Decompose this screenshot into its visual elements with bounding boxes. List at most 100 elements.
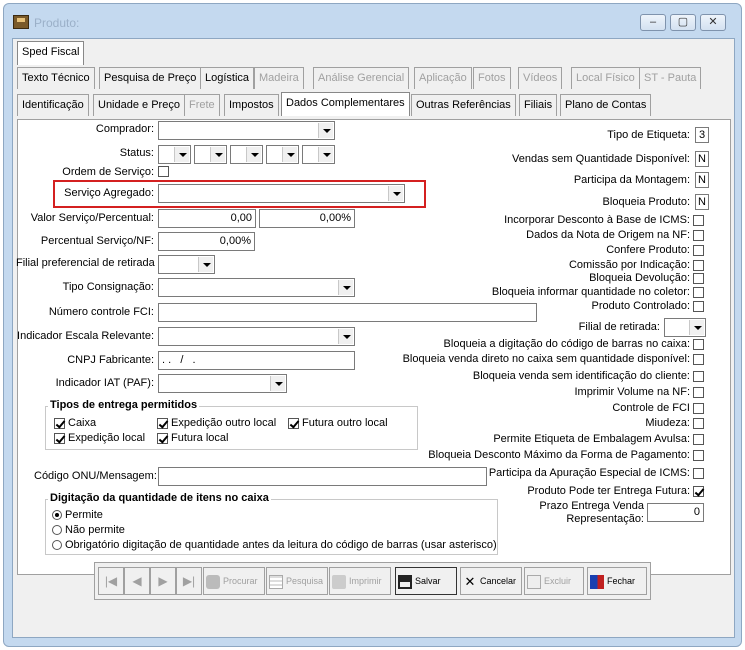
tab-outras-referencias[interactable]: Outras Referências xyxy=(411,94,516,116)
cancelar-label: Cancelar xyxy=(480,576,517,586)
check-label: Bloqueia venda sem identificação do clie… xyxy=(472,370,690,382)
status-select-2[interactable] xyxy=(194,145,227,164)
pesquisa-button[interactable]: Pesquisa xyxy=(266,567,328,595)
tab-analise-gerencial[interactable]: Análise Gerencial xyxy=(313,67,410,89)
first-record-button[interactable]: |◀ xyxy=(98,567,124,595)
chevron-down-icon[interactable] xyxy=(270,376,285,391)
chevron-down-icon[interactable] xyxy=(174,147,189,162)
tab-impostos[interactable]: Impostos xyxy=(224,94,279,116)
title-bar[interactable]: Produto: – ▢ ✕ xyxy=(4,4,741,38)
maximize-button[interactable]: ▢ xyxy=(670,14,696,31)
cancelar-button[interactable]: ✕ Cancelar xyxy=(460,567,522,595)
chevron-down-icon[interactable] xyxy=(198,257,213,272)
valor-percentual-input[interactable]: 0,00% xyxy=(259,209,355,228)
tipo-consignacao-select[interactable] xyxy=(158,278,355,297)
tab-st-pauta[interactable]: ST - Pauta xyxy=(639,67,702,89)
chevron-down-icon[interactable] xyxy=(282,147,297,162)
procurar-button[interactable]: Procurar xyxy=(203,567,265,595)
entrega-futura-checkbox[interactable] xyxy=(693,486,704,497)
imprimir-volume-checkbox[interactable] xyxy=(693,387,704,398)
last-record-button[interactable]: ▶| xyxy=(176,567,202,595)
futura-outro-local-checkbox[interactable] xyxy=(288,418,299,429)
tab-aplicacao[interactable]: Aplicação xyxy=(414,67,472,89)
fechar-button[interactable]: Fechar xyxy=(587,567,647,595)
tab-local-fisico[interactable]: Local Físico xyxy=(571,67,640,89)
chevron-down-icon[interactable] xyxy=(338,329,353,344)
controle-fci-checkbox[interactable] xyxy=(693,403,704,414)
percentual-servico-label: Percentual Serviço/NF: xyxy=(40,235,154,247)
exit-door-icon xyxy=(590,574,604,589)
escala-relevante-select[interactable] xyxy=(158,327,355,346)
minimize-button[interactable]: – xyxy=(640,14,666,31)
imprimir-label: Imprimir xyxy=(349,576,382,586)
chevron-down-icon[interactable] xyxy=(338,280,353,295)
excluir-button[interactable]: Excluir xyxy=(524,567,584,595)
filial-preferencial-label: Filial preferencial de retirada xyxy=(16,257,155,269)
valor-servico-input[interactable]: 0,00 xyxy=(158,209,256,228)
status-select-3[interactable] xyxy=(230,145,263,164)
salvar-button[interactable]: Salvar xyxy=(395,567,457,595)
tab-logistica[interactable]: Logística xyxy=(200,67,255,89)
tipo-etiqueta-label: Tipo de Etiqueta: xyxy=(607,129,690,141)
chevron-down-icon[interactable] xyxy=(318,147,333,162)
bloqueia-sem-cliente-checkbox[interactable] xyxy=(693,371,704,382)
tab-dados-complementares[interactable]: Dados Complementares xyxy=(281,92,410,116)
prazo-entrega-input[interactable]: 0 xyxy=(647,503,704,522)
expedicao-outro-local-checkbox[interactable] xyxy=(157,418,168,429)
iat-select[interactable] xyxy=(158,374,287,393)
prev-record-button[interactable]: ◀ xyxy=(124,567,150,595)
comissao-indicacao-checkbox[interactable] xyxy=(693,260,704,271)
chevron-down-icon[interactable] xyxy=(388,186,403,201)
tab-identificacao[interactable]: Identificação xyxy=(17,94,89,116)
miudeza-checkbox[interactable] xyxy=(693,418,704,429)
confere-produto-checkbox[interactable] xyxy=(693,245,704,256)
vendas-sem-qtd-input[interactable]: N xyxy=(695,151,709,167)
produto-controlado-checkbox[interactable] xyxy=(693,301,704,312)
bloqueia-desconto-checkbox[interactable] xyxy=(693,450,704,461)
tab-fotos[interactable]: Fotos xyxy=(473,67,511,89)
tab-plano-contas[interactable]: Plano de Contas xyxy=(560,94,652,116)
tab-madeira[interactable]: Madeira xyxy=(254,67,304,89)
close-button[interactable]: ✕ xyxy=(700,14,726,31)
obrigatorio-radio[interactable] xyxy=(52,540,62,550)
tab-videos[interactable]: Vídeos xyxy=(518,67,563,89)
bloqueia-devolucao-checkbox[interactable] xyxy=(693,273,704,284)
tab-sped-fiscal[interactable]: Sped Fiscal xyxy=(17,41,85,65)
next-record-button[interactable]: ▶ xyxy=(150,567,176,595)
apuracao-icms-checkbox[interactable] xyxy=(693,468,704,479)
tab-unidade-preco[interactable]: Unidade e Preço xyxy=(93,94,185,116)
expedicao-local-checkbox[interactable] xyxy=(54,433,65,444)
incorporar-desconto-checkbox[interactable] xyxy=(693,215,704,226)
bloqueia-digitacao-checkbox[interactable] xyxy=(693,339,704,350)
servico-agregado-select[interactable] xyxy=(158,184,405,203)
comprador-select[interactable] xyxy=(158,121,335,140)
chevron-down-icon[interactable] xyxy=(210,147,225,162)
imprimir-button[interactable]: Imprimir xyxy=(329,567,391,595)
status-select-5[interactable] xyxy=(302,145,335,164)
tab-frete[interactable]: Frete xyxy=(184,94,220,116)
etiqueta-avulsa-checkbox[interactable] xyxy=(693,434,704,445)
cnpj-fabricante-input[interactable]: . . / . xyxy=(158,351,355,370)
status-select-4[interactable] xyxy=(266,145,299,164)
futura-local-checkbox[interactable] xyxy=(157,433,168,444)
permite-radio[interactable] xyxy=(52,510,62,520)
tab-pesquisa-preco[interactable]: Pesquisa de Preço xyxy=(99,67,202,89)
chevron-down-icon[interactable] xyxy=(318,123,333,138)
tipo-etiqueta-input[interactable]: 3 xyxy=(695,127,709,143)
bloqueia-venda-direto-checkbox[interactable] xyxy=(693,354,704,365)
tab-filiais[interactable]: Filiais xyxy=(519,94,558,116)
caixa-checkbox[interactable] xyxy=(54,418,65,429)
participa-montagem-input[interactable]: N xyxy=(695,172,709,188)
filial-preferencial-select[interactable] xyxy=(158,255,215,274)
filial-retirada-select[interactable] xyxy=(664,318,706,337)
bloqueia-coletor-checkbox[interactable] xyxy=(693,287,704,298)
ordem-servico-checkbox[interactable] xyxy=(158,166,169,177)
status-select-1[interactable] xyxy=(158,145,191,164)
chevron-down-icon[interactable] xyxy=(689,320,704,335)
percentual-servico-input[interactable]: 0,00% xyxy=(158,232,255,251)
nao-permite-radio[interactable] xyxy=(52,525,62,535)
bloqueia-produto-input[interactable]: N xyxy=(695,194,709,210)
tab-texto-tecnico[interactable]: Texto Técnico xyxy=(17,67,95,89)
dados-nota-origem-checkbox[interactable] xyxy=(693,230,704,241)
chevron-down-icon[interactable] xyxy=(246,147,261,162)
